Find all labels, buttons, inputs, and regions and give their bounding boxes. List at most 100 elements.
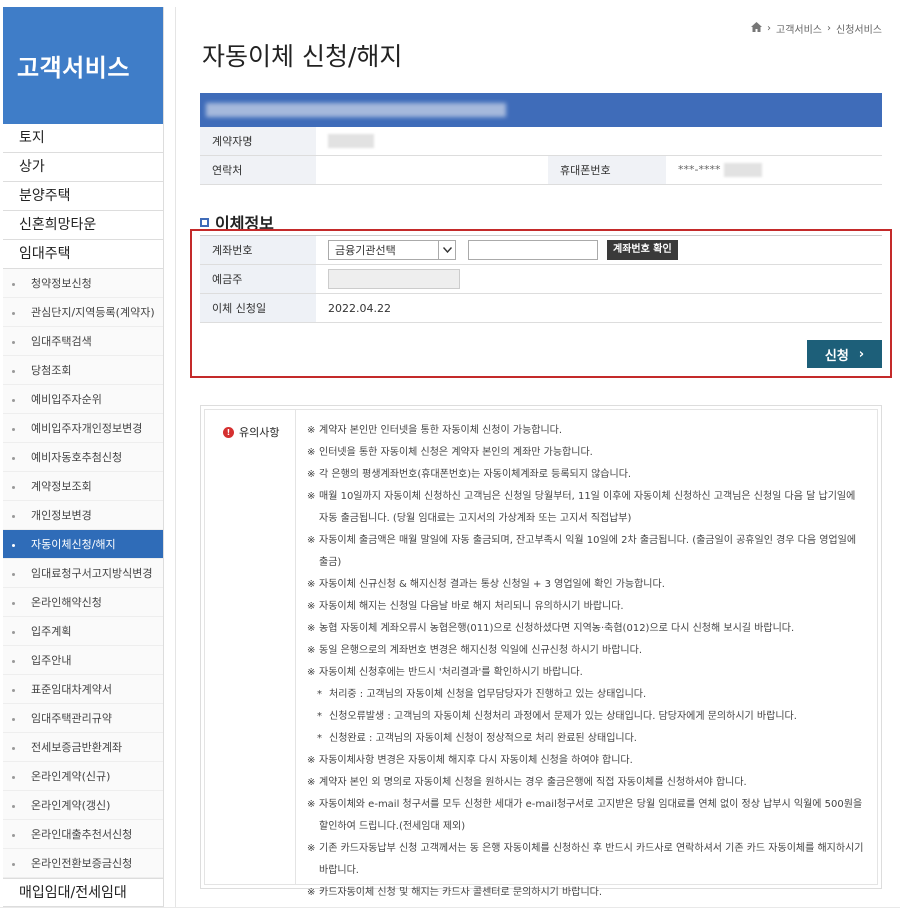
sidebar-subitem[interactable]: 예비입주자개인정보변경: [3, 414, 163, 443]
sidebar-subitem[interactable]: 표준임대차계약서: [3, 675, 163, 704]
notice-text: 자동이체 신규신청 & 해지신청 결과는 통상 신청일 + 3 영업일에 확인 …: [319, 579, 665, 590]
sidebar: 고객서비스 토지 상가 분양주택 신혼희망타운 임대주택 청약정보신청 관심단지/…: [3, 7, 164, 907]
notice-mark: *: [317, 733, 322, 744]
sidebar-subitem[interactable]: 임대주택관리규약: [3, 704, 163, 733]
notice-mark: ※: [307, 623, 316, 634]
verify-account-button[interactable]: 계좌번호 확인: [607, 240, 678, 260]
sidebar-subitem[interactable]: 임대주택검색: [3, 327, 163, 356]
sidebar-subitem[interactable]: 계약정보조회: [3, 472, 163, 501]
notice-text: 신청완료 : 고객님의 자동이체 신청이 정상적으로 처리 완료된 상태입니다.: [329, 733, 637, 744]
notice-mark: ※: [307, 601, 316, 612]
sidebar-subitem[interactable]: 전세보증금반환계좌: [3, 733, 163, 762]
sidebar-subitem[interactable]: 관심단지/지역등록(계약자): [3, 298, 163, 327]
notice-mark: ※: [307, 491, 316, 502]
notice-text: 자동이체사항 변경은 자동이체 해지후 다시 자동이체 신청을 하여야 합니다.: [319, 755, 633, 766]
notice-item: ※ 농협 자동이체 계좌오류시 농협은행(011)으로 신청하셨다면 지역농·축협…: [307, 618, 865, 640]
sidebar-subitem[interactable]: 당첨조회: [3, 356, 163, 385]
notice-item: ※ 자동이체 출금액은 매월 말일에 자동 출금되며, 잔고부족시 익월 10일에…: [307, 530, 865, 574]
notice-mark: ※: [307, 645, 316, 656]
notice-mark: ※: [307, 843, 316, 854]
notice-text: 계약자 본인만 인터넷을 통한 자동이체 신청이 가능합니다.: [319, 425, 563, 436]
mobile-label: 휴대폰번호: [548, 155, 666, 185]
contract-header-bar: [200, 93, 882, 127]
notice-text: 자동이체 출금액은 매월 말일에 자동 출금되며, 잔고부족시 익월 10일에 …: [319, 535, 857, 568]
sidebar-sub-list: 청약정보신청 관심단지/지역등록(계약자) 임대주택검색 당첨조회 예비입주자순위 예비입…: [3, 269, 163, 878]
contract-name-label: 계약자명: [200, 127, 316, 156]
notice-list: ※ 계약자 본인만 인터넷을 통한 자동이체 신청이 가능합니다. ※ 인터넷을 통한…: [307, 420, 865, 904]
notice-item: * 처리중 : 고객님의 자동이체 신청을 업무담당자가 진행하고 있는 상태입니…: [307, 684, 865, 706]
breadcrumb: › 고객서비스 › 신청서비스: [751, 21, 882, 36]
notice-divider: [295, 410, 296, 884]
sidebar-subitem[interactable]: 개인정보변경: [3, 501, 163, 530]
notice-mark: ※: [307, 777, 316, 788]
sidebar-subitem[interactable]: 입주계획: [3, 617, 163, 646]
sidebar-subitem[interactable]: 온라인계약(신규): [3, 762, 163, 791]
square-bullet-icon: [200, 217, 209, 227]
account-number-input[interactable]: [467, 240, 598, 260]
notice-text: 매월 10일까지 자동이체 신청하신 고객님은 신청일 당월부터, 11일 이후…: [319, 491, 856, 524]
sidebar-subitem[interactable]: 예비입주자순위: [3, 385, 163, 414]
notice-item: ※ 매월 10일까지 자동이체 신청하신 고객님은 신청일 당월부터, 11일 이…: [307, 486, 865, 530]
notice-text: 계약자 본인 외 명의로 자동이체 신청을 원하시는 경우 출금은행에 직접 자…: [319, 777, 747, 788]
alert-icon: !: [223, 426, 234, 438]
sidebar-subitem[interactable]: 임대료청구서고지방식변경: [3, 559, 163, 588]
sidebar-subitem[interactable]: 온라인계약(갱신): [3, 791, 163, 820]
notice-text: 카드자동이체 신청 및 해지는 카드사 콜센터로 문의하시기 바랍니다.: [319, 887, 603, 898]
notice-mark: ※: [307, 887, 316, 898]
notice-item: ※ 각 은행의 평생계좌번호(휴대폰번호)는 자동이체계좌로 등록되지 않습니다.: [307, 464, 865, 486]
redacted-address: [206, 103, 506, 117]
transfer-info-table: 계좌번호 금융기관선택 계좌번호 확인 예금주 이체 신청일 2022.04.2…: [200, 235, 882, 323]
sidebar-item-land[interactable]: 토지: [3, 124, 163, 153]
breadcrumb-item[interactable]: 신청서비스: [836, 21, 882, 36]
contact-value: [316, 155, 548, 185]
notice-mark: ※: [307, 667, 316, 678]
apply-button-label: 신청: [824, 348, 849, 364]
account-holder-field: [328, 269, 460, 289]
notice-item: ※ 계약자 본인 외 명의로 자동이체 신청을 원하시는 경우 출금은행에 직접 …: [307, 772, 865, 794]
notice-text: 자동이체 신청후에는 반드시 '처리결과'를 확인하시기 바랍니다.: [319, 667, 583, 678]
page-title: 자동이체 신청/해지: [202, 42, 403, 71]
notice-text: 처리중 : 고객님의 자동이체 신청을 업무담당자가 진행하고 있는 상태입니다…: [329, 689, 647, 700]
bank-select[interactable]: 금융기관선택: [328, 240, 456, 260]
date-label: 이체 신청일: [200, 293, 316, 323]
notice-mark: ※: [307, 425, 316, 436]
notice-box: ! 유의사항 ※ 계약자 본인만 인터넷을 통한 자동이체 신청이 가능합니다. ※…: [200, 405, 882, 898]
notice-item: * 신청오류발생 : 고객님의 자동이체 신청처리 과정에서 문제가 있는 상태입…: [307, 706, 865, 728]
chevron-down-icon[interactable]: [438, 241, 455, 259]
notice-text: 동일 은행으로의 계좌번호 변경은 해지신청 익일에 신규신청 하시기 바랍니다…: [319, 645, 643, 656]
sidebar-subitem[interactable]: 온라인대출추천서신청: [3, 820, 163, 849]
holder-label: 예금주: [200, 264, 316, 294]
sidebar-item-purchase-rental[interactable]: 매입임대/전세임대: [3, 878, 163, 907]
main-content: › 고객서비스 › 신청서비스 자동이체 신청/해지 계약자명 연락처 휴대폰번…: [175, 7, 896, 907]
notice-item: * 신청완료 : 고객님의 자동이체 신청이 정상적으로 처리 완료된 상태입니다…: [307, 728, 865, 750]
date-value: 2022.04.22: [316, 293, 882, 323]
sidebar-subitem[interactable]: 예비자동호추첨신청: [3, 443, 163, 472]
notice-text: 농협 자동이체 계좌오류시 농협은행(011)으로 신청하셨다면 지역농·축협(…: [319, 623, 795, 634]
redacted-name: [328, 134, 374, 148]
sidebar-subitem[interactable]: 입주안내: [3, 646, 163, 675]
sidebar-subitem[interactable]: 온라인해약신청: [3, 588, 163, 617]
notice-text: 자동이체 해지는 신청일 다음날 바로 해지 처리되니 유의하시기 바랍니다.: [319, 601, 624, 612]
notice-mark: ※: [307, 535, 316, 546]
notice-mark: ※: [307, 799, 316, 810]
sidebar-subitem[interactable]: 온라인전환보증금신청: [3, 849, 163, 878]
notice-label-text: 유의사항: [239, 426, 280, 439]
breadcrumb-item[interactable]: 고객서비스: [776, 21, 822, 36]
notice-mark: ※: [307, 469, 316, 480]
sidebar-item-sale-housing[interactable]: 분양주택: [3, 182, 163, 211]
mobile-value: ***-****: [678, 163, 721, 176]
notice-item: ※ 자동이체 신규신청 & 해지신청 결과는 통상 신청일 + 3 영업일에 확인…: [307, 574, 865, 596]
notice-item: ※ 계약자 본인만 인터넷을 통한 자동이체 신청이 가능합니다.: [307, 420, 865, 442]
account-label: 계좌번호: [200, 235, 316, 265]
sidebar-item-shop[interactable]: 상가: [3, 153, 163, 182]
contract-info-table: 계약자명 연락처 휴대폰번호 ***-****: [200, 127, 882, 185]
notice-item: ※ 자동이체와 e-mail 청구서를 모두 신청한 세대가 e-mail청구서로…: [307, 794, 865, 838]
notice-mark: ※: [307, 447, 316, 458]
sidebar-item-rental-housing[interactable]: 임대주택: [3, 240, 163, 269]
apply-button[interactable]: 신청 ›: [807, 340, 882, 368]
sidebar-item-newlywed-town[interactable]: 신혼희망타운: [3, 211, 163, 240]
notice-text: 신청오류발생 : 고객님의 자동이체 신청처리 과정에서 문제가 있는 상태입니…: [329, 711, 797, 722]
sidebar-subitem[interactable]: 청약정보신청: [3, 269, 163, 298]
home-icon[interactable]: [751, 22, 762, 35]
sidebar-subitem[interactable]: 자동이체신청/해지: [3, 530, 163, 559]
